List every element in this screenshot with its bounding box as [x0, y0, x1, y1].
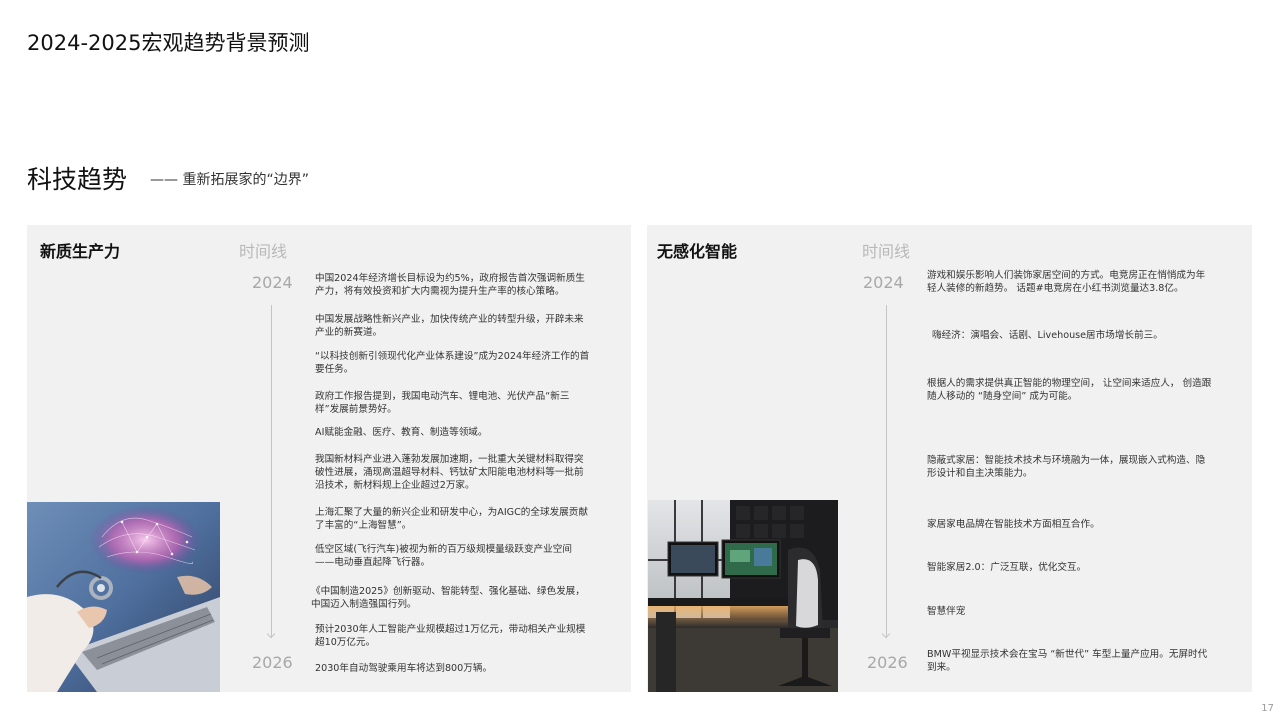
- timeline-entry: 中国2024年经济增长目标设为约5%，政府报告首次强调新质生产力，将有效投资和扩…: [315, 273, 585, 297]
- timeline-entry: 嗨经济：演唱会、话剧、Livehouse居市场增长前三。: [932, 330, 1163, 341]
- page-title: 2024-2025宏观趋势背景预测: [27, 31, 310, 55]
- panel-heading: 新质生产力: [40, 242, 121, 261]
- timeline-label: 时间线: [862, 242, 911, 261]
- panel-heading: 无感化智能: [657, 242, 738, 261]
- timeline-label: 时间线: [239, 242, 288, 261]
- timeline-entry: 隐蔽式家居：智能技术技术与环境融为一体，展现嵌入式构造、隐形设计和自主决策能力。: [927, 455, 1206, 479]
- timeline-entry: “以科技创新引领现代化产业体系建设”成为2024年经济工作的首要任务。: [315, 351, 590, 375]
- timeline-year-end: 2026: [252, 653, 293, 672]
- timeline-entry: 2030年自动驾驶乘用车将达到800万辆。: [315, 663, 493, 674]
- panel-imperceptible-intelligence: 无感化智能 时间线 2024 2026 游戏和娱乐影响人们装饰家居空间的方式。电…: [647, 225, 1252, 692]
- timeline-axis: [271, 305, 272, 638]
- ai-healthcare-photo: [27, 502, 220, 692]
- page-number: 17: [1261, 703, 1274, 714]
- timeline-entry: 家居家电品牌在智能技术方面相互合作。: [927, 519, 1100, 530]
- timeline-axis: [886, 305, 887, 638]
- panel-new-productivity: 新质生产力 时间线 2024 2026 中国2024年经济增长目标设为约5%，政…: [27, 225, 631, 692]
- timeline-year-start: 2024: [863, 273, 904, 292]
- timeline-year-end: 2026: [867, 653, 908, 672]
- gaming-room-photo: [648, 500, 838, 692]
- timeline-year-start: 2024: [252, 273, 293, 292]
- timeline-entry: 《中国制造2025》创新驱动、智能转型、强化基础、绿色发展，中国迈入制造强国行列…: [311, 586, 585, 610]
- timeline-arrow-icon: [881, 629, 891, 639]
- timeline-entry: 根据人的需求提供真正智能的物理空间， 让空间来适应人， 创造跟随人移动的 “随身…: [927, 378, 1212, 402]
- timeline-entry: 智慧伴宠: [927, 606, 966, 617]
- timeline-entry: BMW平视显示技术会在宝马 “新世代” 车型上量产应用。无屏时代到来。: [927, 649, 1208, 673]
- timeline-entry: 上海汇聚了大量的新兴企业和研发中心，为AIGC的全球发展贡献了丰富的“上海智慧”…: [315, 507, 588, 531]
- timeline-entry: 智能家居2.0：广泛互联，优化交互。: [927, 562, 1087, 573]
- timeline-entry: 我国新材料产业进入蓬勃发展加速期，一批重大关键材料取得突破性进展，涌现高温超导材…: [315, 454, 584, 491]
- timeline-entry: 低空区域(飞行汽车)被视为新的百万级规模量级跃变产业空间——电动垂直起降飞行器。: [315, 544, 572, 568]
- timeline-entry: 预计2030年人工智能产业规模超过1万亿元，带动相关产业规模超10万亿元。: [315, 624, 586, 648]
- timeline-entry: 政府工作报告提到，我国电动汽车、锂电池、光伏产品“新三样”发展前景势好。: [315, 391, 570, 415]
- section-title: 科技趋势: [27, 165, 128, 194]
- timeline-entry: AI赋能金融、医疗、教育、制造等领域。: [315, 427, 488, 438]
- timeline-entry: 游戏和娱乐影响人们装饰家居空间的方式。电竞房正在悄悄成为年轻人装修的新趋势。 话…: [927, 270, 1206, 294]
- timeline-entry: 中国发展战略性新兴产业，加快传统产业的转型升级，开辟未来产业的新赛道。: [315, 314, 584, 338]
- section-subtitle: —— 重新拓展家的“边界”: [150, 172, 309, 188]
- timeline-arrow-icon: [266, 629, 276, 639]
